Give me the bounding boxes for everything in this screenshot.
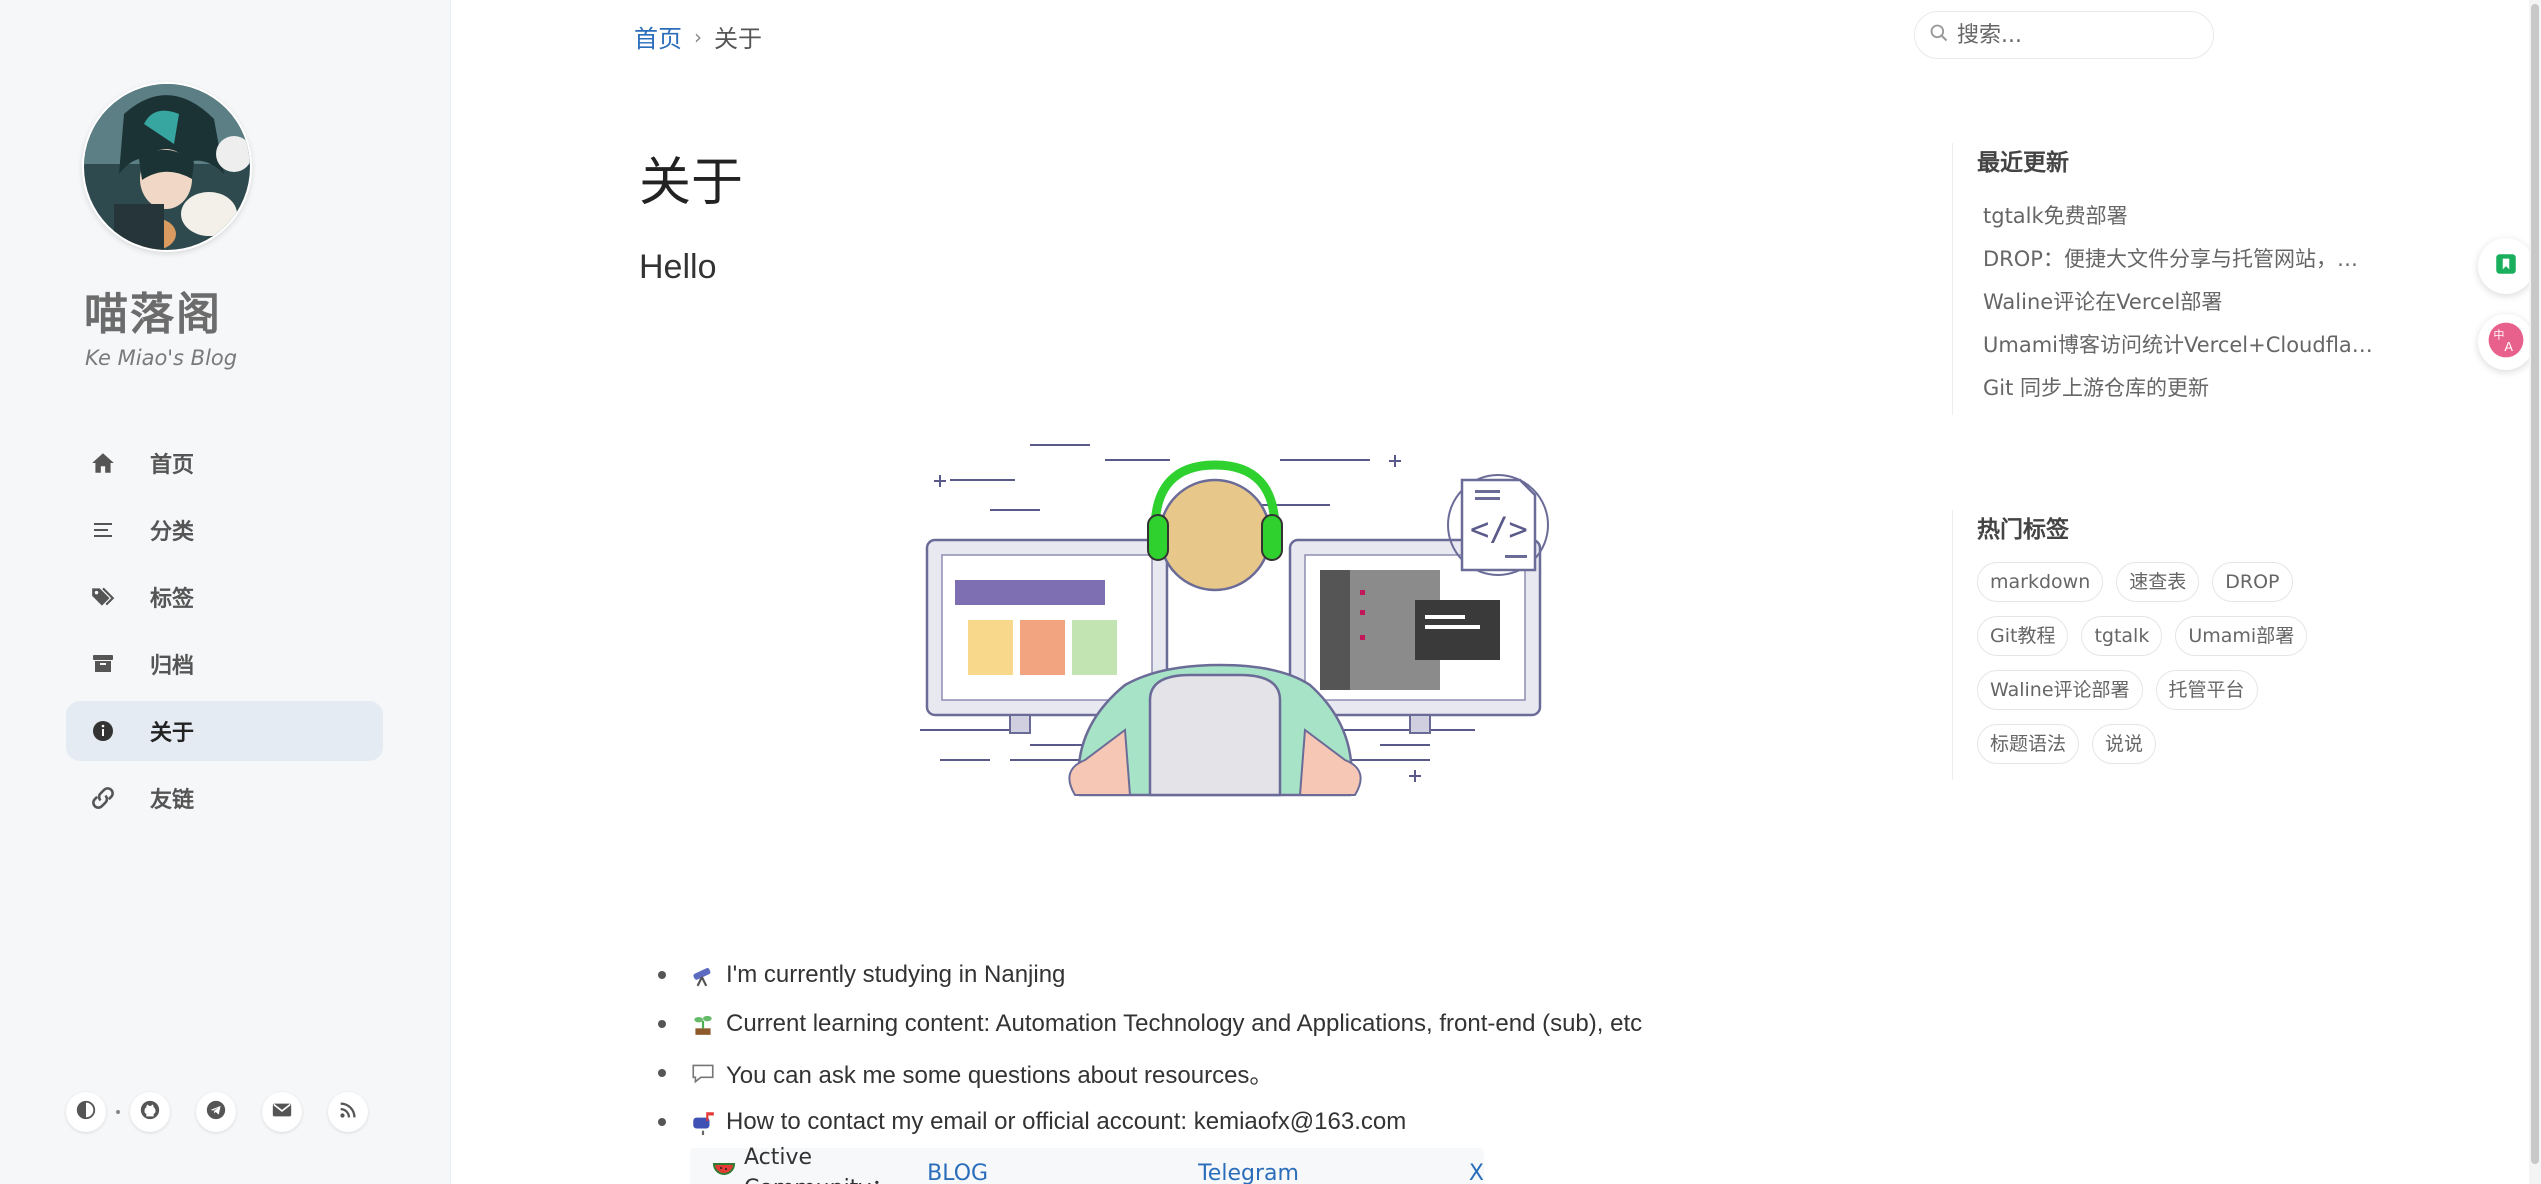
search-icon <box>1929 23 1949 48</box>
avatar[interactable] <box>82 82 252 252</box>
svg-text:A: A <box>2504 339 2513 354</box>
separator-dot <box>116 1110 120 1114</box>
sidebar-item-label: 标签 <box>150 587 195 612</box>
list-item-text: How to contact my email or official acco… <box>726 1107 1407 1135</box>
hello-heading: Hello <box>639 248 717 286</box>
breadcrumb: 首页 › 关于 <box>634 19 762 54</box>
link-icon <box>88 783 118 813</box>
social-links <box>66 1092 394 1132</box>
theme-toggle-icon <box>75 1099 97 1126</box>
recent-updates-widget: 最近更新 tgtalk免费部署 DROP：便捷大文件分享与托管网站，… Wali… <box>1952 143 2377 415</box>
watermelon-icon <box>712 1158 736 1184</box>
community-label: Active Community： <box>744 1144 893 1184</box>
site-title[interactable]: 喵落阁 <box>84 278 222 342</box>
list-item: You can ask me some questions about reso… <box>657 1048 1642 1097</box>
sidebar-item-label: 分类 <box>150 520 195 545</box>
sidebar-item-tags[interactable]: 标签 <box>66 567 383 627</box>
breadcrumb-separator: › <box>694 24 702 49</box>
translate-icon: 中A <box>2487 321 2525 364</box>
about-list: I'm currently studying in Nanjing Curren… <box>657 950 1643 1146</box>
recent-post-link[interactable]: Umami博客访问统计Vercel+Cloudflare … <box>1977 324 2377 367</box>
bookmark-button[interactable] <box>2478 238 2534 294</box>
telescope-icon <box>690 962 716 988</box>
tag-chip[interactable]: Waline评论部署 <box>1977 670 2143 710</box>
recent-post-link[interactable]: tgtalk免费部署 <box>1977 195 2377 238</box>
breadcrumb-current: 关于 <box>714 25 762 53</box>
list-item-text: Current learning content: Automation Tec… <box>726 1009 1643 1037</box>
site-subtitle: Ke Miao's Blog <box>85 346 238 370</box>
popular-tags-widget: 热门标签 markdown 速查表 DROP Git教程 tgtalk Umam… <box>1952 510 2357 780</box>
telegram-icon <box>205 1099 227 1126</box>
sidebar-item-archives[interactable]: 归档 <box>66 634 383 694</box>
rss-icon <box>337 1099 359 1126</box>
sidebar-item-label: 关于 <box>150 721 195 746</box>
tag-chip[interactable]: 托管平台 <box>2155 670 2258 710</box>
recent-post-link[interactable]: Waline评论在Vercel部署 <box>1977 281 2377 324</box>
mailbox-icon <box>690 1109 716 1135</box>
svg-text:中: 中 <box>2493 328 2504 341</box>
tag-chip[interactable]: 说说 <box>2092 724 2157 764</box>
theme-toggle-button[interactable] <box>66 1092 106 1132</box>
list-item-text: You can ask me some questions about reso… <box>726 1062 1274 1089</box>
scrollbar[interactable] <box>2529 0 2541 1184</box>
page-title: 关于 <box>639 153 744 213</box>
svg-text:</>: </> <box>1470 510 1528 548</box>
tag-chip[interactable]: DROP <box>2212 562 2293 602</box>
developer-illustration: </> <box>910 430 1590 810</box>
translate-button[interactable]: 中A <box>2478 314 2534 370</box>
tag-chip[interactable]: 速查表 <box>2116 562 2200 602</box>
sidebar-item-label: 友链 <box>150 788 195 813</box>
tag-chip[interactable]: Umami部署 <box>2175 616 2308 656</box>
search-input[interactable] <box>1957 22 2197 48</box>
rss-button[interactable] <box>328 1092 368 1132</box>
tag-chip[interactable]: Git教程 <box>1977 616 2069 656</box>
community-telegram-link[interactable]: Telegram <box>1198 1161 1299 1184</box>
github-icon <box>139 1099 161 1126</box>
speech-bubble-icon <box>690 1060 716 1086</box>
telegram-button[interactable] <box>196 1092 236 1132</box>
community-x-link[interactable]: X <box>1469 1161 1484 1184</box>
breadcrumb-home-link[interactable]: 首页 <box>634 19 682 54</box>
list-item: How to contact my email or official acco… <box>657 1097 1642 1146</box>
tag-chip[interactable]: 标题语法 <box>1977 724 2080 764</box>
bookmark-icon <box>2493 251 2519 282</box>
recent-post-link[interactable]: DROP：便捷大文件分享与托管网站，… <box>1977 238 2377 281</box>
popular-tags-title: 热门标签 <box>1977 517 2069 543</box>
sidebar-item-about[interactable]: 关于 <box>66 701 383 761</box>
community-blog-link[interactable]: BLOG <box>927 1161 988 1184</box>
sidebar-nav: 首页 分类 标签 归档 关于 友链 <box>66 433 383 835</box>
tags-icon <box>88 582 118 612</box>
list-item-text: I'm currently studying in Nanjing <box>726 960 1066 988</box>
search-box[interactable] <box>1914 11 2214 59</box>
sidebar-item-label: 首页 <box>150 453 195 478</box>
github-button[interactable] <box>130 1092 170 1132</box>
tag-cloud: markdown 速查表 DROP Git教程 tgtalk Umami部署 W… <box>1977 562 2357 778</box>
list-item: Current learning content: Automation Tec… <box>657 999 1643 1048</box>
scrollbar-thumb[interactable] <box>2531 4 2539 1164</box>
list-icon <box>88 515 118 545</box>
recent-post-link[interactable]: Git 同步上游仓库的更新 <box>1977 367 2377 410</box>
info-icon <box>88 716 118 746</box>
tag-chip[interactable]: markdown <box>1977 562 2104 602</box>
archive-icon <box>88 649 118 679</box>
seedling-icon <box>690 1011 716 1037</box>
sidebar-item-friends[interactable]: 友链 <box>66 768 383 828</box>
recent-updates-title: 最近更新 <box>1977 150 2069 176</box>
sidebar-item-home[interactable]: 首页 <box>66 433 383 493</box>
sidebar-item-label: 归档 <box>150 654 195 679</box>
sidebar: 喵落阁 Ke Miao's Blog 首页 分类 标签 归档 关于 友链 <box>0 0 451 1184</box>
list-item: I'm currently studying in Nanjing <box>657 950 1642 999</box>
email-button[interactable] <box>262 1092 302 1132</box>
community-box: Active Community： BLOG Telegram X <box>690 1144 1484 1184</box>
sidebar-item-categories[interactable]: 分类 <box>66 500 383 560</box>
tag-chip[interactable]: tgtalk <box>2081 616 2163 656</box>
email-icon <box>271 1099 293 1126</box>
home-icon <box>88 448 118 478</box>
